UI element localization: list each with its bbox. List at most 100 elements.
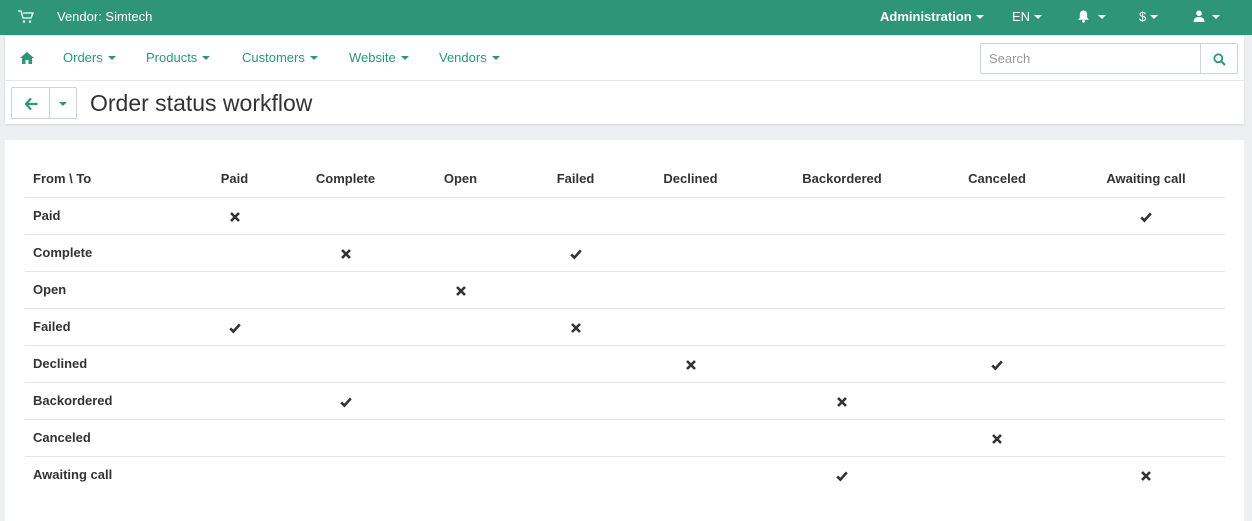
- chevron-down-icon: [107, 55, 116, 60]
- search-icon: [1213, 53, 1226, 66]
- page-title: Order status workflow: [90, 90, 313, 116]
- arrow-left-icon: [25, 98, 38, 110]
- workflow-cell: [394, 345, 527, 383]
- nav-products[interactable]: Products: [146, 36, 211, 80]
- workflow-cell: [927, 382, 1067, 420]
- times-icon: [836, 396, 848, 408]
- col-header-complete: Complete: [297, 161, 394, 198]
- notifications-menu[interactable]: [1077, 0, 1106, 33]
- workflow-cell: [757, 382, 927, 420]
- chevron-down-icon: [1098, 14, 1106, 19]
- workflow-cell: [394, 234, 527, 272]
- search-button[interactable]: [1200, 43, 1238, 74]
- workflow-cell: [172, 345, 297, 383]
- nav-website[interactable]: Website: [349, 36, 409, 80]
- nav-customers[interactable]: Customers: [242, 36, 318, 80]
- nav-website-label: Website: [349, 50, 396, 65]
- chevron-down-icon: [1034, 14, 1043, 19]
- workflow-cell: [527, 456, 624, 493]
- workflow-cell: [624, 197, 757, 235]
- workflow-cell: [624, 345, 757, 383]
- workflow-cell: [1067, 345, 1225, 383]
- workflow-table: From \ To Paid Complete Open Failed Declined B…: [25, 161, 1225, 493]
- workflow-cell: [297, 382, 394, 420]
- user-icon: [1193, 10, 1205, 23]
- chevron-down-icon: [975, 14, 984, 19]
- workflow-cell: [527, 271, 624, 309]
- workflow-cell: [927, 234, 1067, 272]
- chevron-down-icon: [1150, 14, 1159, 19]
- table-row: Open: [25, 271, 1225, 309]
- workflow-cell: [297, 345, 394, 383]
- chevron-down-icon: [202, 55, 211, 60]
- check-icon: [1140, 211, 1152, 223]
- vendor-label[interactable]: Vendor: Simtech: [57, 0, 152, 33]
- workflow-cell: [624, 308, 757, 346]
- top-bar: Vendor: Simtech Administration EN $: [0, 0, 1252, 35]
- times-icon: [991, 433, 1003, 445]
- workflow-cell: [172, 197, 297, 235]
- workflow-cell: [757, 271, 927, 309]
- main-nav: Orders Products Customers Website Vendor…: [5, 36, 1244, 81]
- row-header-paid: Paid: [25, 197, 172, 235]
- workflow-cell: [394, 308, 527, 346]
- user-menu[interactable]: [1193, 0, 1220, 33]
- workflow-cell: [527, 308, 624, 346]
- times-icon: [1140, 470, 1152, 482]
- workflow-cell: [172, 271, 297, 309]
- language-menu[interactable]: EN: [1012, 0, 1043, 33]
- workflow-cell: [927, 197, 1067, 235]
- administration-menu[interactable]: Administration: [880, 0, 984, 33]
- workflow-panel: From \ To Paid Complete Open Failed Declined B…: [5, 140, 1244, 521]
- search-input[interactable]: [980, 43, 1201, 74]
- workflow-cell: [757, 234, 927, 272]
- chevron-down-icon: [309, 55, 318, 60]
- row-header-failed: Failed: [25, 308, 172, 346]
- header-panel: Orders Products Customers Website Vendor…: [5, 36, 1244, 124]
- table-row: Paid: [25, 197, 1225, 235]
- nav-orders-label: Orders: [63, 50, 103, 65]
- workflow-cell: [527, 419, 624, 457]
- workflow-cell: [927, 308, 1067, 346]
- workflow-cell: [394, 197, 527, 235]
- times-icon: [340, 248, 352, 260]
- check-icon: [569, 248, 582, 260]
- workflow-cell: [527, 197, 624, 235]
- workflow-cell: [527, 345, 624, 383]
- col-header-open: Open: [394, 161, 527, 198]
- col-header-awaiting-call: Awaiting call: [1067, 161, 1225, 198]
- table-row: Failed: [25, 308, 1225, 346]
- workflow-cell: [1067, 271, 1225, 309]
- row-header-declined: Declined: [25, 345, 172, 383]
- check-icon: [339, 396, 352, 408]
- workflow-cell: [394, 382, 527, 420]
- workflow-cell: [172, 308, 297, 346]
- chevron-down-icon: [400, 55, 409, 60]
- home-icon[interactable]: [20, 52, 34, 64]
- back-dropdown-button[interactable]: [50, 87, 77, 119]
- nav-vendors-label: Vendors: [439, 50, 487, 65]
- chevron-down-icon: [1212, 14, 1220, 19]
- workflow-cell: [297, 308, 394, 346]
- workflow-cell: [172, 234, 297, 272]
- workflow-cell: [527, 234, 624, 272]
- check-icon: [228, 322, 241, 334]
- row-header-canceled: Canceled: [25, 419, 172, 457]
- cart-icon[interactable]: [18, 10, 35, 24]
- row-header-awaiting-call: Awaiting call: [33, 467, 113, 483]
- bell-icon: [1078, 10, 1089, 23]
- workflow-cell: [757, 197, 927, 235]
- currency-label: $: [1139, 9, 1147, 24]
- times-icon: [685, 359, 697, 371]
- times-icon: [455, 285, 467, 297]
- nav-orders[interactable]: Orders: [63, 36, 116, 80]
- workflow-cell: [172, 456, 297, 493]
- currency-menu[interactable]: $: [1139, 0, 1159, 33]
- workflow-cell: [1067, 308, 1225, 346]
- table-header-row: From \ To Paid Complete Open Failed Declined B…: [25, 161, 1225, 198]
- nav-vendors[interactable]: Vendors: [439, 36, 500, 80]
- workflow-cell: [1067, 234, 1225, 272]
- workflow-cell: [624, 271, 757, 309]
- workflow-cell: [927, 456, 1067, 493]
- back-button[interactable]: [11, 87, 50, 119]
